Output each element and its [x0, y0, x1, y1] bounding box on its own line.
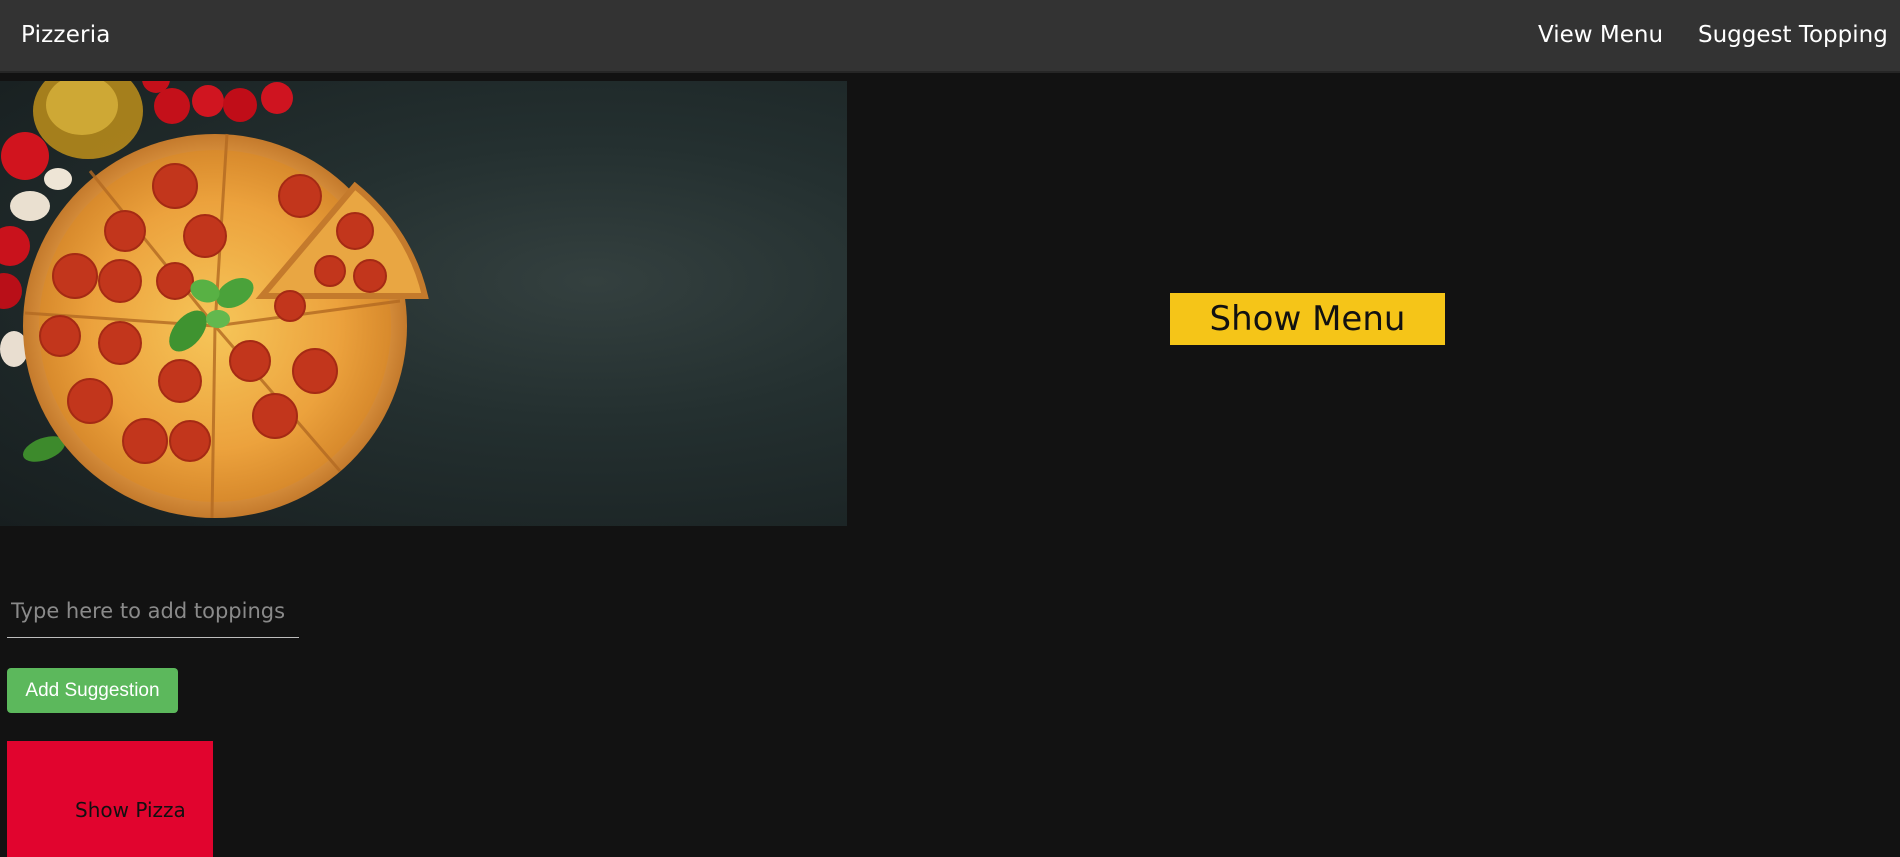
show-menu-button[interactable]: Show Menu — [1170, 293, 1445, 345]
hero-pizza-image — [0, 81, 847, 526]
nav-view-menu[interactable]: View Menu — [1538, 22, 1663, 48]
show-pizza-label: Show Pizza — [75, 798, 186, 822]
topping-suggestion-input[interactable] — [7, 584, 299, 638]
brand-title[interactable]: Pizzeria — [21, 22, 111, 48]
pizza-illustration — [0, 81, 429, 519]
navbar: Pizzeria View Menu Suggest Topping — [0, 0, 1900, 73]
add-suggestion-button[interactable]: Add Suggestion — [7, 668, 178, 713]
nav-suggest-topping[interactable]: Suggest Topping — [1698, 22, 1888, 48]
show-pizza-button[interactable]: Show Pizza — [7, 741, 213, 857]
